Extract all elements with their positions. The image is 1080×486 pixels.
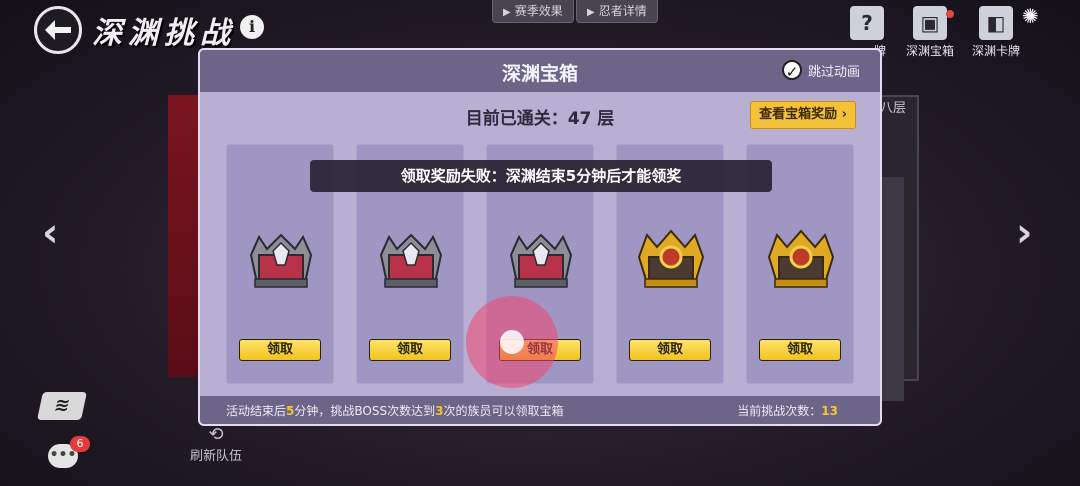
challenge-count-label: 当前挑战次数： — [737, 404, 822, 418]
error-toast: 领取奖励失败：深渊结束5分钟后才能领奖 — [310, 160, 772, 192]
background-floor-label: 八层 — [880, 101, 907, 116]
challenge-count-value: 13 — [821, 404, 838, 418]
claim-button[interactable]: 领取 — [759, 339, 841, 361]
gift-box-icon: ▣ — [913, 6, 947, 40]
notification-dot — [946, 10, 954, 18]
footer-rule-part1: 活动结束后 — [226, 404, 287, 418]
dialog-title: 深渊宝箱 — [501, 63, 578, 85]
skip-animation-toggle[interactable]: ✓ 跳过动画 — [781, 60, 860, 81]
refresh-icon: ⟲ — [208, 424, 224, 445]
sparkle-icon: ✺ — [1022, 4, 1039, 28]
info-icon[interactable]: i — [240, 15, 264, 39]
footer-rule-part3: 次的族员可以领取宝箱 — [443, 404, 564, 418]
tab-season-effect-label: 赛季效果 — [514, 4, 563, 18]
view-rewards-button[interactable]: 查看宝箱奖励 › — [750, 101, 856, 129]
page-title: 深渊挑战 — [92, 16, 236, 51]
gold-chest-icon — [767, 229, 835, 288]
team-formation-icon[interactable]: ≋ — [37, 392, 87, 420]
claim-button[interactable]: 领取 — [239, 339, 321, 361]
tab-ninja-detail[interactable]: ▶ 忍者详情 — [576, 0, 658, 23]
silver-chest-icon — [249, 233, 313, 288]
chevron-right-icon: ▶ — [587, 7, 595, 18]
footer-rule-part2: 分钟，挑战BOSS次数达到 — [294, 404, 436, 418]
next-arrow-icon[interactable]: › — [1016, 210, 1032, 256]
gold-chest-icon — [637, 229, 705, 288]
card-icon: ◧ — [979, 6, 1013, 40]
refresh-team-label: 刷新队伍 — [190, 449, 243, 464]
touch-indicator-dot — [500, 330, 524, 354]
abyss-chest-label: 深渊宝箱 — [906, 44, 955, 58]
checkmark-icon[interactable]: ✓ — [781, 60, 802, 81]
claim-button[interactable]: 领取 — [629, 339, 711, 361]
view-rewards-label: 查看宝箱奖励 — [759, 107, 838, 122]
abyss-card-label: 深渊卡牌 — [972, 44, 1021, 58]
question-card-icon: ? — [850, 6, 884, 40]
back-arrow-icon — [45, 20, 71, 40]
challenge-count: 当前挑战次数：13 — [737, 402, 838, 419]
abyss-card-button[interactable]: ◧ 深渊卡牌 — [972, 6, 1020, 59]
chevron-right-icon: ▶ — [503, 7, 511, 18]
tab-ninja-detail-label: 忍者详情 — [598, 4, 647, 18]
tab-season-effect[interactable]: ▶ 赛季效果 — [492, 0, 574, 23]
back-button[interactable] — [34, 6, 82, 54]
silver-chest-icon — [509, 233, 573, 288]
chat-badge: 6 — [70, 436, 90, 452]
chevron-right-icon: › — [841, 107, 847, 122]
claim-button[interactable]: 领取 — [369, 339, 451, 361]
prev-arrow-icon[interactable]: ‹ — [42, 210, 58, 256]
refresh-team-button[interactable]: ⟲ 刷新队伍 — [190, 424, 242, 464]
footer-rule-text: 活动结束后5分钟，挑战BOSS次数达到3次的族员可以领取宝箱 — [226, 402, 563, 419]
dialog-header: 深渊宝箱 ✓ 跳过动画 — [200, 50, 880, 92]
dialog-footer: 活动结束后5分钟，挑战BOSS次数达到3次的族员可以领取宝箱 当前挑战次数：13 — [200, 396, 880, 424]
skip-animation-label: 跳过动画 — [807, 64, 860, 80]
silver-chest-icon — [379, 233, 443, 288]
